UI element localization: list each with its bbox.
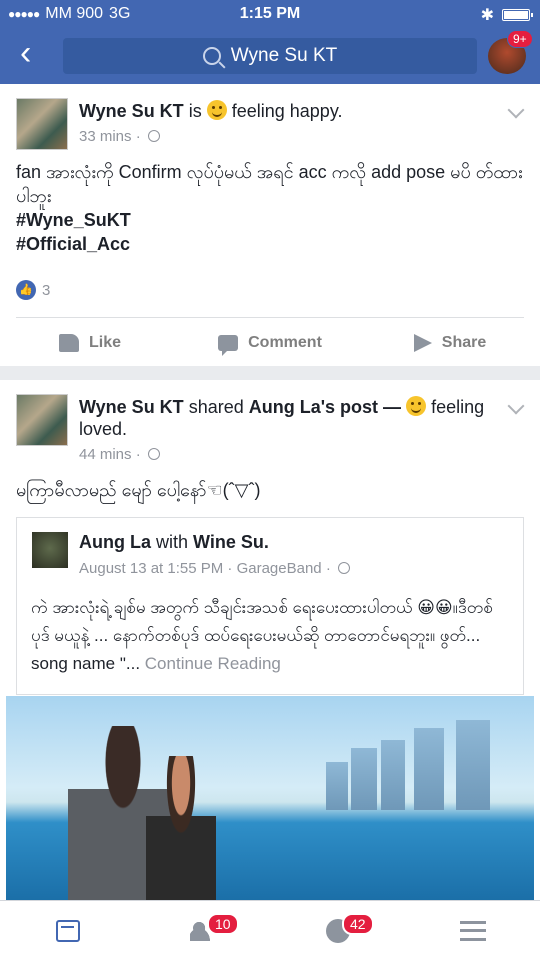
with-label: with (156, 532, 189, 552)
post-verb: shared (188, 397, 244, 417)
post-verb: is (188, 101, 202, 121)
back-icon[interactable]: ‹ (20, 36, 50, 72)
post-time[interactable]: 33 mins (79, 128, 132, 145)
tab-menu[interactable] (405, 901, 540, 960)
post-actions: Like Comment Share (0, 328, 540, 358)
news-feed-icon (55, 919, 80, 942)
comment-icon (218, 335, 239, 356)
search-text: Wyne Su KT (230, 45, 338, 66)
like-reaction-icon: 👍 (16, 280, 36, 300)
comment-label: Comment (248, 334, 322, 351)
shared-post-header: Aung La with Wine Su. (79, 532, 269, 553)
author-name[interactable]: Wyne Su KT (79, 397, 184, 417)
photo-building (456, 720, 490, 810)
feeling-label: feeling happy. (231, 101, 343, 121)
search-input[interactable]: Wyne Su KT (63, 38, 477, 74)
happy-emoji-icon (206, 100, 227, 120)
battery-icon (502, 9, 533, 21)
shared-author-name[interactable]: Aung La (79, 532, 151, 552)
author-name[interactable]: Wyne Su KT (79, 101, 184, 121)
photo-building (414, 728, 444, 810)
globe-icon (338, 562, 350, 574)
like-label: Like (88, 334, 121, 351)
share-label: Share (441, 334, 487, 351)
like-button[interactable]: Like (0, 328, 180, 358)
shared-author-avatar[interactable] (32, 532, 68, 568)
bottom-tab-bar: 10 42 (0, 900, 540, 960)
post-header: Wyne Su KT is feeling happy. (79, 100, 499, 122)
post-body-text: fan အားလုံးကို Confirm လုပ်ပုံမယ် အရင် a… (16, 162, 523, 206)
menu-icon (459, 920, 486, 941)
shared-post-meta: August 13 at 1:55 PM · GarageBand · (79, 560, 350, 577)
photo-building (381, 740, 405, 810)
friend-requests-badge: 10 (207, 913, 239, 935)
like-count: 3 (42, 281, 51, 299)
profile-badge: 9+ (507, 30, 533, 48)
top-bar: ●●●●● MM 900 3G 1:15 PM ✱ ‹ Wyne Su KT 9… (0, 0, 540, 84)
chevron-down-icon[interactable] (507, 397, 525, 415)
notifications-badge: 42 (342, 913, 374, 935)
shared-post[interactable]: Aung La with Wine Su. August 13 at 1:55 … (16, 517, 524, 695)
hashtag-link[interactable]: #Wyne_SuKT (16, 208, 526, 232)
shared-post-date: August 13 at 1:55 PM · GarageBand · (79, 560, 331, 577)
reaction-summary[interactable]: 👍 3 (16, 280, 50, 300)
shared-from-name[interactable]: Aung La (249, 397, 321, 417)
tab-news-feed[interactable] (0, 901, 135, 960)
feeling-label-2: loved. (79, 419, 128, 439)
globe-icon (147, 448, 160, 460)
search-icon (202, 47, 221, 65)
tagged-name[interactable]: Wine Su. (193, 532, 269, 552)
shared-suffix: 's post — (320, 397, 402, 417)
photo-building (351, 748, 377, 810)
author-avatar[interactable] (16, 394, 68, 446)
post-text: fan အားလုံးကို Confirm လုပ်ပုံမယ် အရင် a… (16, 160, 526, 256)
comment-button[interactable]: Comment (180, 328, 360, 358)
post-meta: 44 mins · (79, 446, 160, 463)
feeling-label: feeling (431, 397, 485, 417)
post-header: Wyne Su KT shared Aung La's post — feeli… (79, 396, 499, 440)
shared-post-text: ကဲ အားလုံးရဲ့ ချစ်မ အတွက် သီချင်းအသစ် ရေ… (31, 594, 511, 678)
post-time[interactable]: 44 mins (79, 446, 132, 463)
chevron-down-icon[interactable] (507, 101, 525, 119)
post-card: Wyne Su KT is feeling happy. 33 mins · f… (0, 84, 540, 366)
post-body-text: မကြာမီလာမည် မျော် ပေါ့နော်☜(ˆ▽ˆ) (16, 480, 261, 500)
status-bar: ●●●●● MM 900 3G 1:15 PM ✱ (0, 0, 540, 28)
tab-friend-requests[interactable]: 10 (135, 901, 270, 960)
continue-reading-link[interactable]: Continue Reading (145, 654, 281, 673)
divider (16, 317, 524, 318)
share-icon (413, 334, 432, 352)
like-icon (58, 334, 79, 352)
tab-notifications[interactable]: 42 (270, 901, 405, 960)
share-button[interactable]: Share (360, 328, 540, 358)
loved-emoji-icon (406, 396, 427, 416)
photo-building (326, 762, 348, 810)
clock: 1:15 PM (239, 5, 301, 22)
post-meta: 33 mins · (79, 128, 160, 145)
post-photo[interactable] (6, 696, 534, 900)
bluetooth-icon: ✱ (480, 7, 494, 24)
hashtag-link[interactable]: #Official_Acc (16, 232, 526, 256)
globe-icon (147, 130, 160, 142)
photo-person (146, 756, 216, 900)
author-avatar[interactable] (16, 98, 68, 150)
post-card: Wyne Su KT shared Aung La's post — feeli… (0, 380, 540, 900)
